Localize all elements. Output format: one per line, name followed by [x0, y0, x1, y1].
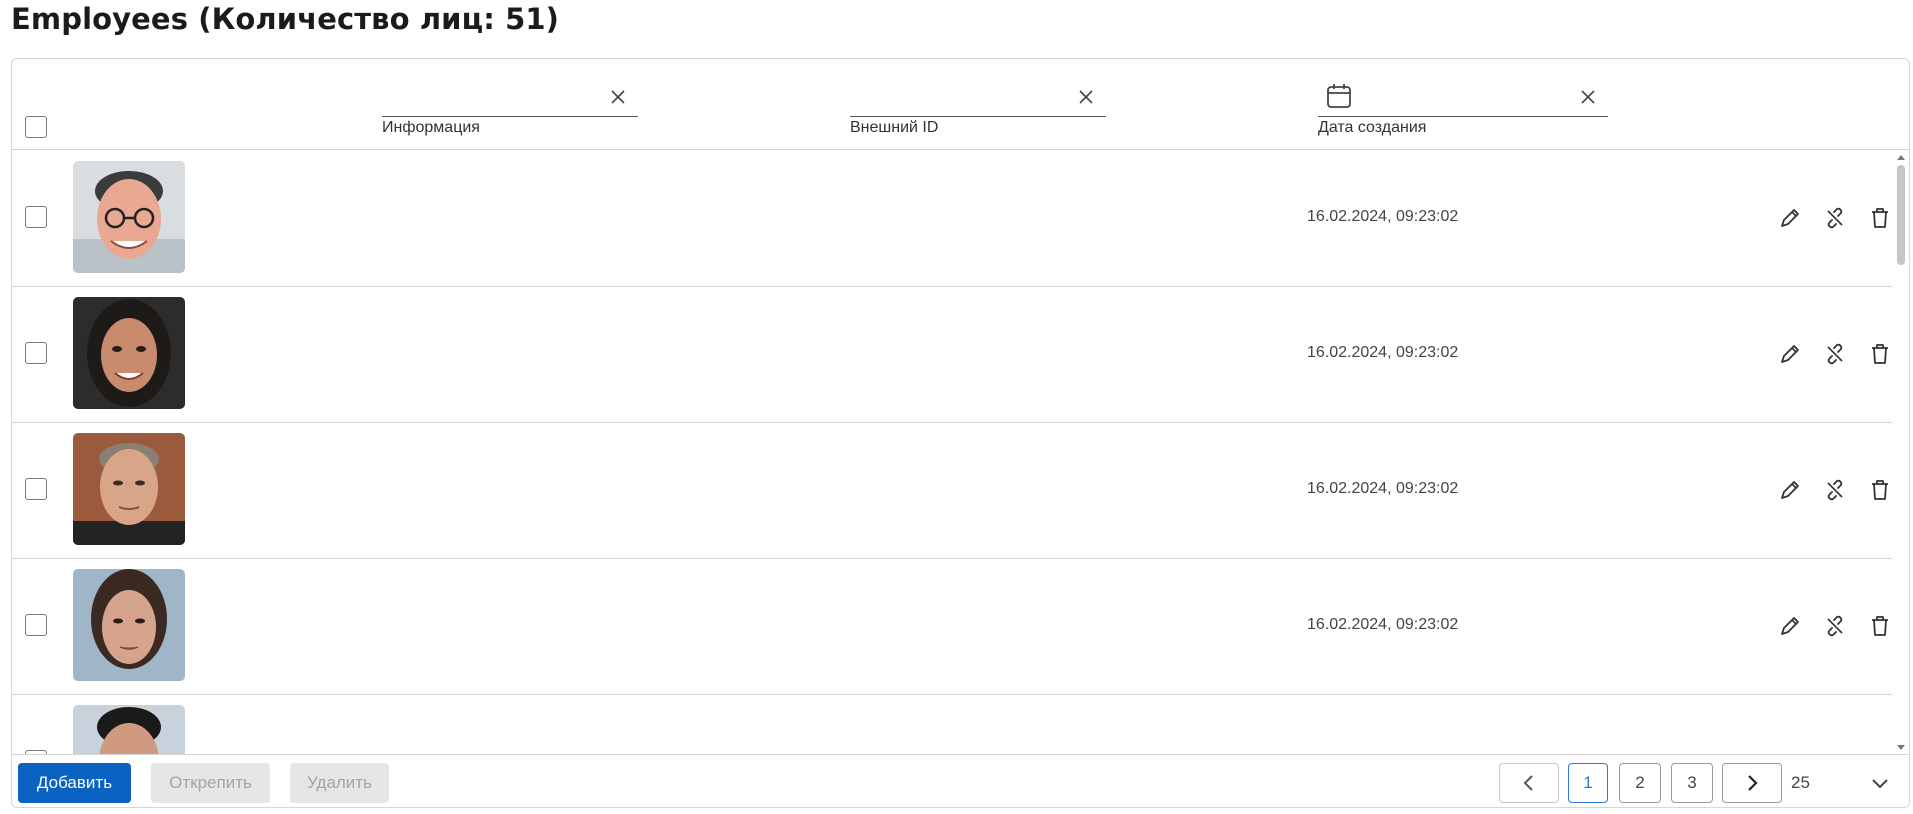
- filter-created-date: Дата создания: [1318, 79, 1608, 136]
- prev-page-button[interactable]: [1499, 763, 1559, 803]
- chevron-down-icon: [1872, 779, 1888, 789]
- unlink-icon[interactable]: [1822, 613, 1848, 639]
- pencil-icon[interactable]: [1777, 341, 1803, 367]
- trash-icon[interactable]: [1867, 205, 1892, 231]
- scroll-down-icon[interactable]: [1896, 744, 1906, 752]
- created-date-filter-label: Дата создания: [1318, 119, 1427, 136]
- filter-external-id: Внешний ID: [850, 79, 1106, 136]
- close-icon[interactable]: [1576, 85, 1600, 109]
- created-date-filter-input[interactable]: [1318, 79, 1608, 117]
- page-1-button[interactable]: 1: [1568, 763, 1608, 803]
- select-all-checkbox[interactable]: [25, 116, 47, 138]
- page-3-button[interactable]: 3: [1671, 763, 1713, 803]
- table-row[interactable]: 16.02.2024, 09:23:02: [12, 287, 1892, 423]
- filter-info: Информация: [382, 79, 638, 136]
- delete-button[interactable]: Удалить: [290, 763, 389, 803]
- info-filter-label: Информация: [382, 119, 480, 136]
- info-filter-input[interactable]: [382, 79, 638, 117]
- row-created-date: 16.02.2024, 09:23:02: [1307, 616, 1459, 633]
- page-title: Employees (Количество лиц: 51): [11, 2, 559, 36]
- pencil-icon[interactable]: [1777, 613, 1803, 639]
- table-body: 16.02.2024, 09:23:02 16.02.2024, 09:23:0…: [12, 151, 1892, 754]
- row-created-date: 16.02.2024, 09:23:02: [1307, 344, 1459, 361]
- page-2-button[interactable]: 2: [1619, 763, 1661, 803]
- chevron-right-icon: [1748, 775, 1758, 791]
- table-header: Информация Внешний ID Дата создания: [12, 59, 1909, 150]
- unpin-button[interactable]: Открепить: [151, 763, 270, 803]
- row-checkbox[interactable]: [25, 342, 47, 364]
- table-row[interactable]: 16.02.2024, 09:23:02: [12, 559, 1892, 695]
- close-icon[interactable]: [1074, 85, 1098, 109]
- table-row[interactable]: 16.02.2024, 09:23:02: [12, 151, 1892, 287]
- trash-icon[interactable]: [1867, 613, 1892, 639]
- add-button[interactable]: Добавить: [18, 763, 131, 803]
- per-page-select[interactable]: 25: [1772, 763, 1902, 803]
- scroll-up-icon[interactable]: [1896, 153, 1906, 161]
- external-id-filter-input[interactable]: [850, 79, 1106, 117]
- trash-icon[interactable]: [1867, 477, 1892, 503]
- table-row[interactable]: [12, 695, 1892, 754]
- per-page-value: 25: [1791, 773, 1810, 792]
- table-scrollbar[interactable]: [1892, 151, 1909, 754]
- row-created-date: 16.02.2024, 09:23:02: [1307, 208, 1459, 225]
- row-checkbox[interactable]: [25, 614, 47, 636]
- scrollbar-thumb[interactable]: [1897, 165, 1905, 265]
- chevron-left-icon: [1523, 775, 1533, 791]
- employee-photo: [73, 433, 185, 545]
- calendar-icon[interactable]: [1326, 82, 1352, 110]
- employee-photo: [73, 569, 185, 681]
- trash-icon[interactable]: [1867, 341, 1892, 367]
- unlink-icon[interactable]: [1822, 341, 1848, 367]
- unlink-icon[interactable]: [1822, 205, 1848, 231]
- table-footer: Добавить Открепить Удалить 1 2 3 25: [12, 754, 1909, 807]
- pencil-icon[interactable]: [1777, 477, 1803, 503]
- table-row[interactable]: 16.02.2024, 09:23:02: [12, 423, 1892, 559]
- row-checkbox[interactable]: [25, 206, 47, 228]
- row-checkbox[interactable]: [25, 478, 47, 500]
- close-icon[interactable]: [606, 85, 630, 109]
- employee-photo: [73, 297, 185, 409]
- employees-table: Информация Внешний ID Дата создания 16.0…: [11, 58, 1910, 808]
- unlink-icon[interactable]: [1822, 477, 1848, 503]
- employee-photo: [73, 705, 185, 754]
- external-id-filter-label: Внешний ID: [850, 119, 939, 136]
- employee-photo: [73, 161, 185, 273]
- pencil-icon[interactable]: [1777, 205, 1803, 231]
- row-created-date: 16.02.2024, 09:23:02: [1307, 480, 1459, 497]
